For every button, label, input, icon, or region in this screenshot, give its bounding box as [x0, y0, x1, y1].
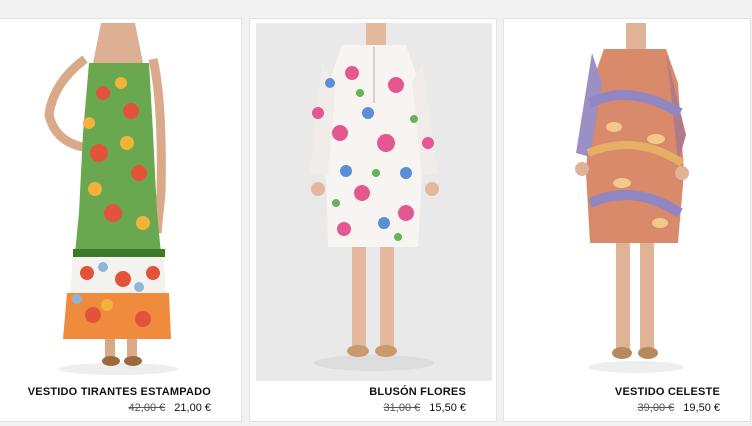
- sale-price: 19,50 €: [683, 402, 720, 414]
- white-floral-blouse-dress-photo[interactable]: [256, 23, 492, 381]
- product-info: BLUSÓN FLORES 31,00 € 15,50 €: [369, 385, 466, 415]
- product-name[interactable]: BLUSÓN FLORES: [369, 385, 466, 399]
- product-name[interactable]: VESTIDO TIRANTES ESTAMPADO: [28, 385, 211, 399]
- product-prices: 42,00 € 21,00 €: [28, 401, 211, 415]
- product-info: VESTIDO CELESTE 39,00 € 19,50 €: [615, 385, 720, 415]
- old-price: 42,00 €: [128, 402, 166, 414]
- product-name[interactable]: VESTIDO CELESTE: [615, 385, 720, 399]
- old-price: 31,00 €: [383, 402, 421, 414]
- product-prices: 39,00 € 19,50 €: [615, 401, 720, 415]
- sale-price: 15,50 €: [429, 402, 466, 414]
- green-floral-maxi-dress-photo[interactable]: [3, 23, 237, 381]
- product-card[interactable]: VESTIDO TIRANTES ESTAMPADO 42,00 € 21,00…: [0, 18, 242, 422]
- product-card[interactable]: VESTIDO CELESTE 39,00 € 19,50 €: [503, 18, 751, 422]
- old-price: 39,00 €: [637, 402, 675, 414]
- product-info: VESTIDO TIRANTES ESTAMPADO 42,00 € 21,00…: [28, 385, 211, 415]
- paisley-dress-photo[interactable]: [510, 23, 746, 381]
- sale-price: 21,00 €: [174, 402, 211, 414]
- product-prices: 31,00 € 15,50 €: [369, 401, 466, 415]
- product-card[interactable]: BLUSÓN FLORES 31,00 € 15,50 €: [249, 18, 497, 422]
